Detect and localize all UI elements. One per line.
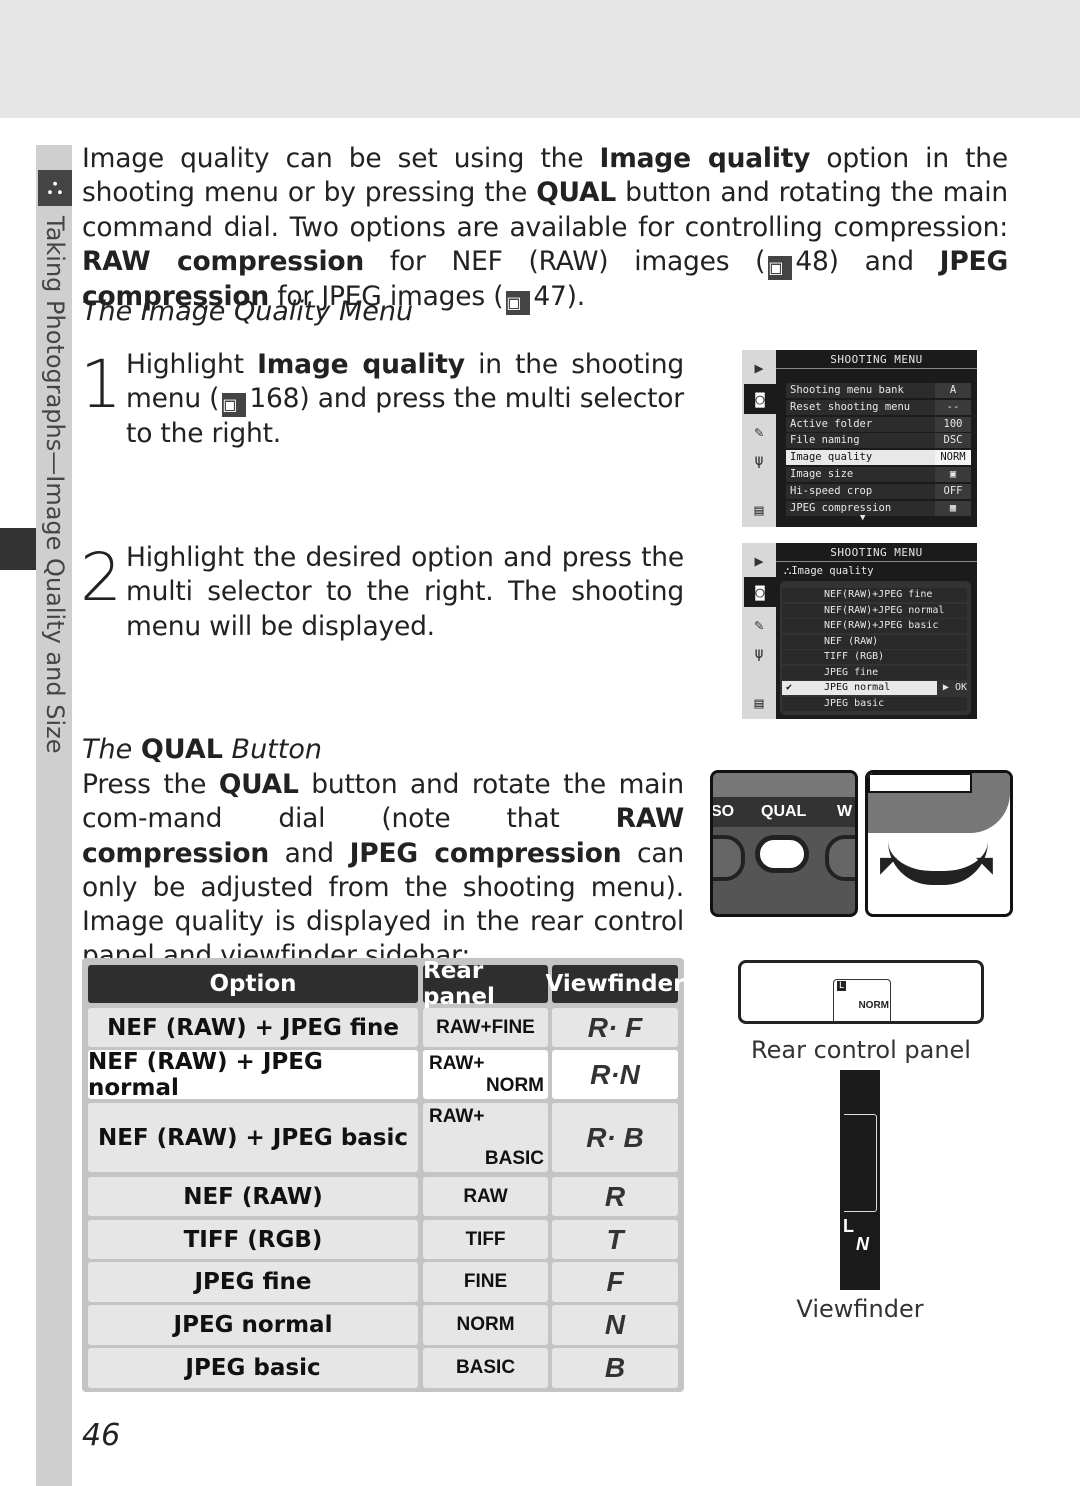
column-header-viewfinder: Viewfinder [546,965,684,1003]
step-number: 2 [80,539,122,616]
section-heading-image-quality-menu: The Image Quality Menu [82,296,414,327]
recent-settings-icon: ▤ [754,501,764,519]
qual-paragraph: Press the QUAL button and rotate the mai… [82,769,685,972]
menu-option: JPEG basic [782,696,967,711]
menu-option: NEF(RAW)+JPEG fine [782,588,967,602]
rear-panel-cell: FINE [423,1262,548,1302]
rear-panel-cell: NORM [423,1305,548,1345]
wrench-icon: ψ [754,644,764,662]
camera-menu-icon: ⛬ [38,170,72,206]
rotate-arrow-icon [888,841,988,885]
menu-subtitle: ⛬Image quality [784,565,874,577]
rear-panel-cell: TIFF [423,1220,548,1259]
viewfinder-cell: F [552,1262,678,1302]
qual-button-illustration: SO QUAL W [710,770,858,917]
menu-row: Shooting menu bank A [786,383,971,398]
menu-title: SHOOTING MENU [776,353,977,369]
rear-panel-caption: Rear control panel [751,1036,971,1064]
viewfinder-cell: B [552,1348,678,1388]
quality-indicator: N [856,1234,869,1254]
option-cell: NEF (RAW) + JPEG basic [88,1103,418,1172]
option-cell: NEF (RAW) + JPEG normal [88,1049,418,1101]
pencil-icon: ✎ [754,423,764,441]
book-reference-icon: ▣ [222,393,247,418]
shooting-menu-screenshot: ▶ ◙ ✎ ψ ▤ SHOOTING MENU Shooting menu ba… [742,350,977,527]
column-header-rear-panel: Rear panel [423,958,548,1010]
column-header-option: Option [88,965,418,1003]
menu-row: Active folder 100 [786,416,971,432]
rear-panel-cell: RAW+FINE [423,1008,548,1047]
menu-row: Hi-speed crop OFF [786,483,971,499]
menu-option: NEF(RAW)+JPEG normal [782,603,967,618]
book-reference-icon: ▣ [506,290,531,315]
viewfinder-cell: T [552,1220,678,1259]
image-size-indicator: L [843,1216,854,1236]
ok-indicator: ▶ OK [942,682,967,693]
qual-button [755,835,809,873]
scroll-down-icon: ▼ [860,513,866,523]
menu-row: File naming DSC [786,433,971,449]
step1-text: Highlight Image quality in the shooting … [126,349,684,450]
viewfinder-cell: R· B [552,1103,678,1172]
viewfinder-cell: R·N [552,1050,678,1099]
top-band [0,0,1080,118]
wrench-icon: ψ [754,451,764,469]
option-cell: TIFF (RGB) [88,1220,418,1259]
pencil-icon: ✎ [754,616,764,634]
viewfinder-sidebar-display: L N [840,1070,880,1290]
option-cell: JPEG fine [88,1262,418,1302]
menu-option: ✔ JPEG normal [782,681,937,695]
command-dial-illustration: ◤ ◥ [865,770,1013,917]
menu-title: SHOOTING MENU [776,546,977,562]
image-quality-menu-screenshot: ▶ ◙ ✎ ψ ▤ SHOOTING MENU ⛬Image quality N… [742,543,977,719]
rear-control-panel-display: L NORM [738,960,984,1024]
section-title: Taking Photographs—Image Quality and Siz… [41,216,69,754]
chapter-tab [0,528,36,570]
viewfinder-cell: R [552,1177,678,1216]
intro-paragraph: Image quality can be set using the Image… [82,142,1008,315]
menu-option: NEF(RAW)+JPEG basic [782,619,967,633]
menu-option: NEF (RAW) [782,634,967,649]
step-number: 1 [80,346,122,423]
option-cell: JPEG basic [88,1348,418,1388]
rear-panel-cell: RAW+ BASIC [423,1103,548,1172]
step2-text: Highlight the desired option and press t… [126,542,684,642]
recent-settings-icon: ▤ [754,694,764,712]
section-heading-qual-button: The QUAL Button [82,734,322,765]
quality-indicator: NORM [858,1000,889,1011]
viewfinder-cell: N [552,1305,678,1345]
quality-table: Option Rear panel Viewfinder NEF (RAW) +… [82,958,684,1392]
image-size-indicator: L [837,981,847,991]
menu-option: JPEG fine [782,665,967,680]
rear-panel-cell: RAW+ NORM [423,1050,548,1099]
viewfinder-cell: R· F [552,1008,678,1047]
camera-icon: ◙ [744,577,776,607]
camera-icon: ◙ [744,384,776,414]
option-cell: JPEG normal [88,1305,418,1345]
page-number: 46 [82,1418,121,1453]
menu-option: TIFF (RGB) [782,650,967,664]
viewfinder-caption: Viewfinder [796,1295,924,1323]
option-cell: NEF (RAW) + JPEG fine [88,1008,418,1047]
rear-panel-cell: BASIC [423,1348,548,1388]
menu-row: Image size ▣ [786,467,971,482]
menu-row: Reset shooting menu -- [786,399,971,415]
rear-panel-cell: RAW [423,1177,548,1216]
playback-icon: ▶ [754,552,764,570]
playback-icon: ▶ [754,359,764,377]
option-cell: NEF (RAW) [88,1177,418,1216]
menu-row: Image quality NORM [786,450,971,466]
book-reference-icon: ▣ [768,255,793,280]
menu-row: JPEG compression ▦ [786,500,971,516]
